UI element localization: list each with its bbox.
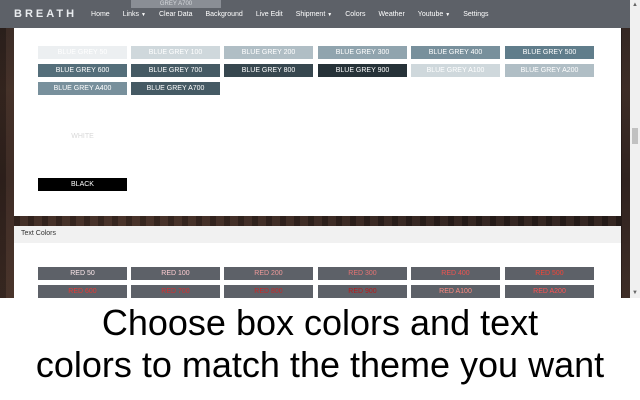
- text-swatch-red-a200[interactable]: RED A200: [505, 285, 594, 298]
- text-colors-section-header: Text Colors: [14, 226, 621, 243]
- caption-line-1: Choose box colors and text: [101, 302, 539, 343]
- swatch-blue-grey-500[interactable]: BLUE GREY 500: [505, 46, 594, 59]
- scroll-thumb[interactable]: [632, 128, 638, 144]
- caret-down-icon: ▼: [445, 11, 451, 18]
- swatch-blue-grey-300[interactable]: BLUE GREY 300: [318, 46, 407, 59]
- swatch-blue-grey-600[interactable]: BLUE GREY 600: [38, 64, 127, 77]
- text-swatch-red-300[interactable]: RED 300: [318, 267, 407, 280]
- box-colors-panel: BLUE GREY 50 BLUE GREY 100 BLUE GREY 200 BL…: [14, 28, 621, 216]
- text-swatch-red-a100[interactable]: RED A100: [411, 285, 500, 298]
- scrolled-swatch-fragment[interactable]: GREY A700: [131, 0, 221, 8]
- swatch-white[interactable]: WHITE: [38, 130, 127, 143]
- brand-logo[interactable]: BREATH: [14, 8, 77, 20]
- caption-line-2: colors to match the theme you want: [35, 344, 605, 385]
- nav-home[interactable]: Home: [91, 11, 110, 18]
- text-swatch-red-100[interactable]: RED 100: [131, 267, 220, 280]
- swatch-blue-grey-700[interactable]: BLUE GREY 700: [131, 64, 220, 77]
- nav-weather[interactable]: Weather: [378, 11, 404, 18]
- text-swatch-red-700[interactable]: RED 700: [131, 285, 220, 298]
- vertical-scrollbar[interactable]: ▲ ▼: [630, 0, 640, 298]
- swatch-blue-grey-200[interactable]: BLUE GREY 200: [224, 46, 313, 59]
- swatch-black[interactable]: BLACK: [38, 178, 127, 191]
- promo-caption: Choose box colors and text colors to mat…: [0, 302, 640, 400]
- top-navbar: BREATH Home Links ▼ Clear Data Background…: [0, 0, 630, 28]
- swatch-blue-grey-50[interactable]: BLUE GREY 50: [38, 46, 127, 59]
- text-swatch-red-600[interactable]: RED 600: [38, 285, 127, 298]
- text-swatch-red-50[interactable]: RED 50: [38, 267, 127, 280]
- nav-background[interactable]: Background: [205, 11, 242, 18]
- nav-shipment[interactable]: Shipment ▼: [296, 11, 333, 18]
- browser-viewport: BREATH Home Links ▼ Clear Data Background…: [0, 0, 640, 298]
- swatch-blue-grey-a100[interactable]: BLUE GREY A100: [411, 64, 500, 77]
- text-swatch-red-200[interactable]: RED 200: [224, 267, 313, 280]
- nav-colors[interactable]: Colors: [345, 11, 365, 18]
- swatch-blue-grey-100[interactable]: BLUE GREY 100: [131, 46, 220, 59]
- scroll-down-arrow-icon[interactable]: ▼: [630, 288, 640, 298]
- text-swatch-red-900[interactable]: RED 900: [318, 285, 407, 298]
- scroll-up-arrow-icon[interactable]: ▲: [630, 0, 640, 10]
- nav-youtube[interactable]: Youtube ▼: [418, 11, 450, 18]
- text-swatch-red-500[interactable]: RED 500: [505, 267, 594, 280]
- text-swatch-red-400[interactable]: RED 400: [411, 267, 500, 280]
- swatch-blue-grey-a400[interactable]: BLUE GREY A400: [38, 82, 127, 95]
- swatch-blue-grey-a700[interactable]: BLUE GREY A700: [131, 82, 220, 95]
- swatch-blue-grey-400[interactable]: BLUE GREY 400: [411, 46, 500, 59]
- text-swatch-red-800[interactable]: RED 800: [224, 285, 313, 298]
- swatch-blue-grey-900[interactable]: BLUE GREY 900: [318, 64, 407, 77]
- swatch-blue-grey-a200[interactable]: BLUE GREY A200: [505, 64, 594, 77]
- nav-links[interactable]: Links ▼: [123, 11, 146, 18]
- nav-clear-data[interactable]: Clear Data: [159, 11, 192, 18]
- caret-down-icon: ▼: [327, 11, 333, 18]
- swatch-blue-grey-800[interactable]: BLUE GREY 800: [224, 64, 313, 77]
- caret-down-icon: ▼: [141, 11, 146, 18]
- text-colors-panel: RED 50 RED 100 RED 200 RED 300 RED 400 RED 50…: [14, 243, 621, 298]
- nav-settings[interactable]: Settings: [463, 11, 488, 18]
- nav-live-edit[interactable]: Live Edit: [256, 11, 283, 18]
- section-title: Text Colors: [21, 230, 57, 237]
